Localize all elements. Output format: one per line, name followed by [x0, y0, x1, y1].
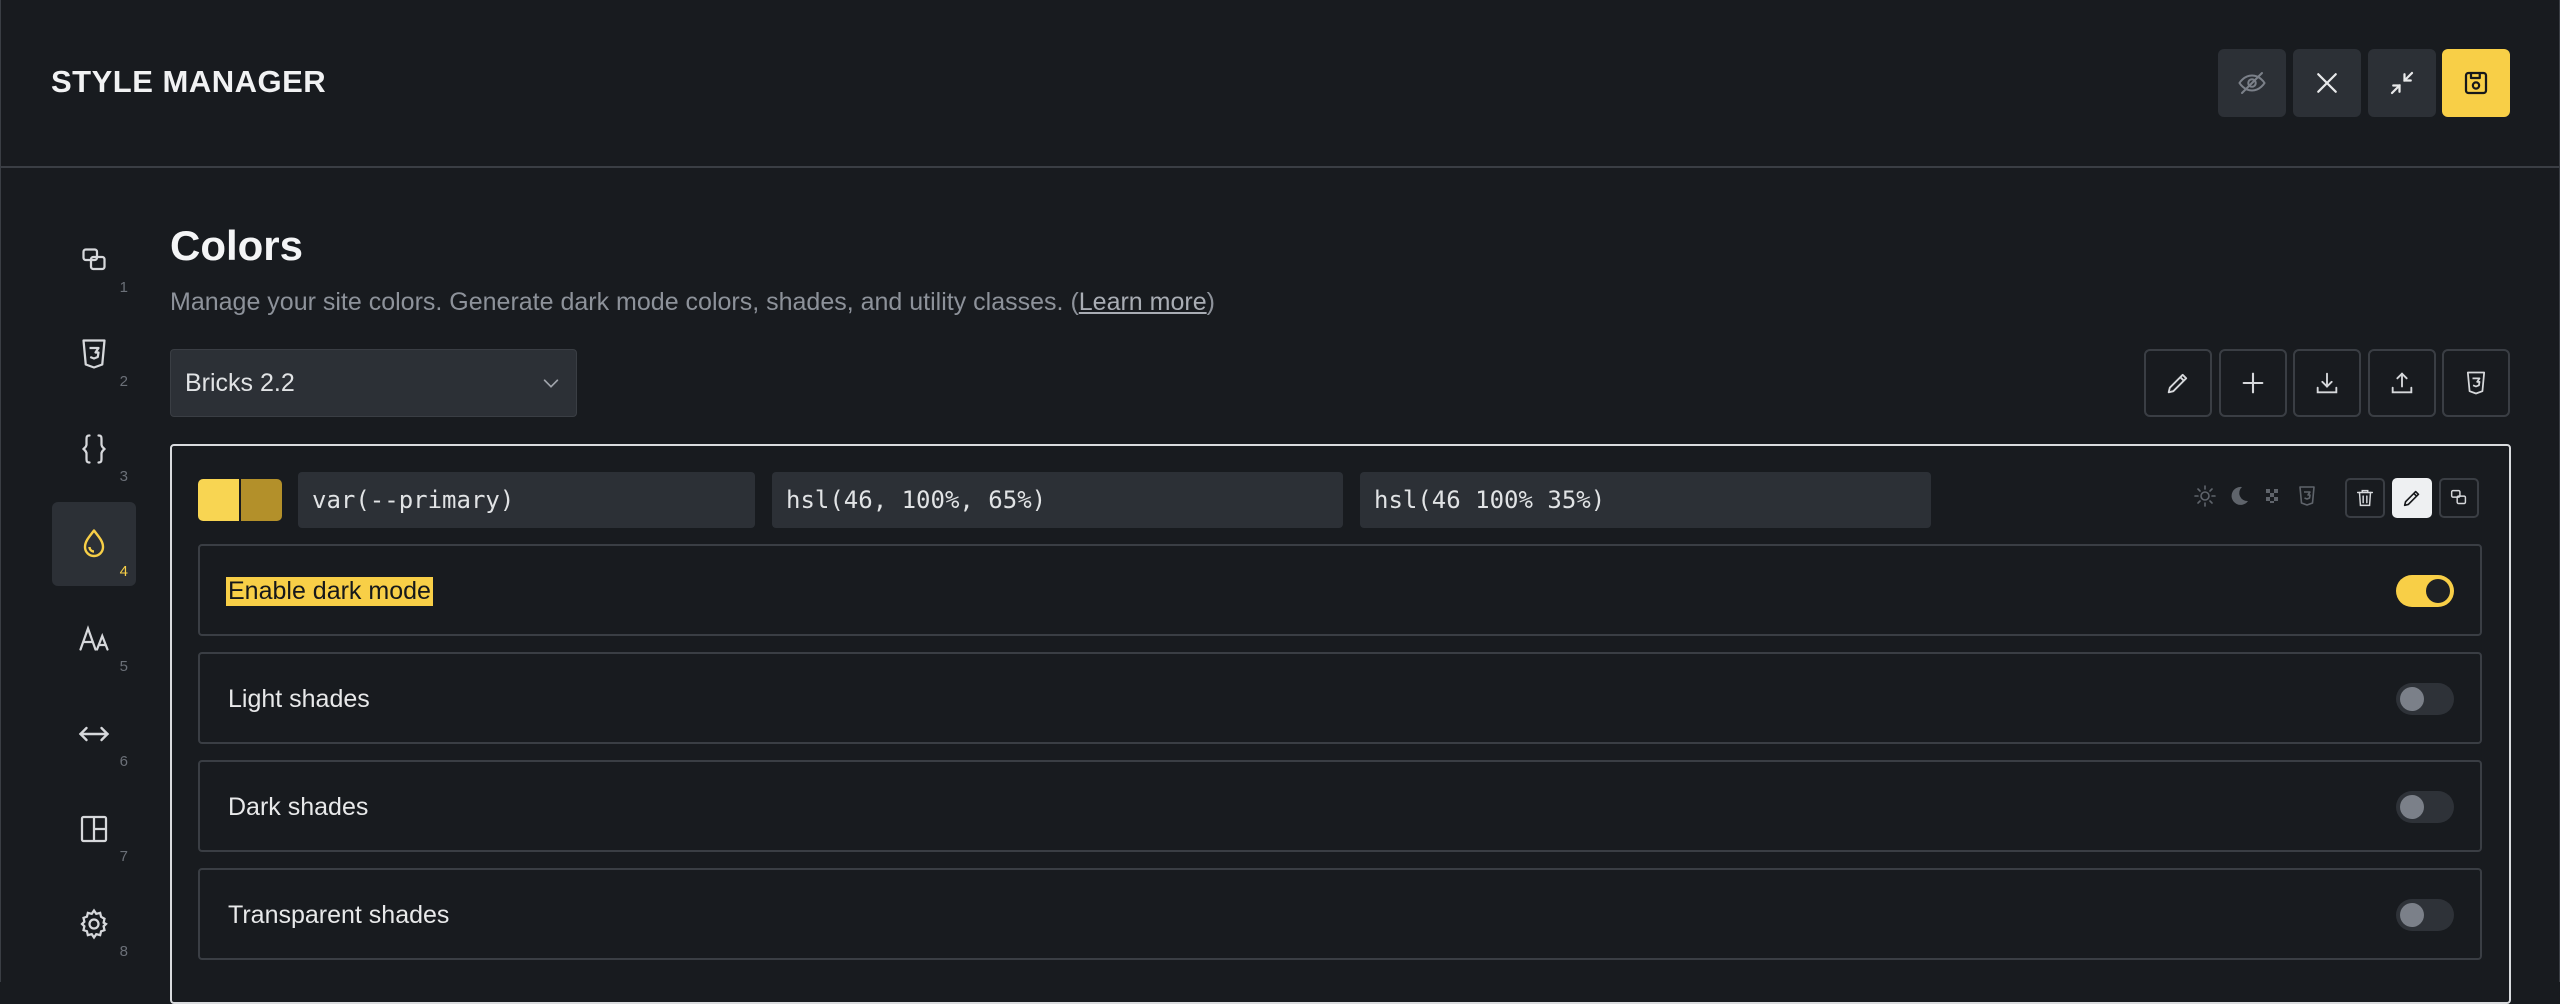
dark-shades-toggle[interactable]	[2396, 791, 2454, 823]
light-value-field[interactable]: hsl(46, 100%, 65%)	[772, 472, 1343, 528]
save-icon	[2464, 71, 2488, 95]
edit-icon	[2403, 490, 2420, 507]
dark-value-field[interactable]: hsl(46 100% 35%)	[1360, 472, 1931, 528]
export-button[interactable]	[2368, 349, 2436, 417]
close-button[interactable]	[2293, 49, 2361, 117]
drop-icon	[83, 529, 105, 558]
edit-palette-button[interactable]	[2144, 349, 2212, 417]
sidebar-item-spacing[interactable]: 6	[52, 692, 136, 776]
light-swatch[interactable]	[198, 479, 239, 521]
css3-icon[interactable]	[2295, 484, 2319, 508]
minimize-icon	[2390, 71, 2414, 95]
palette-select-value: Bricks 2.2	[185, 368, 295, 397]
plus-icon	[2242, 372, 2264, 394]
page-description: Manage your site colors. Generate dark m…	[170, 288, 1215, 317]
style-manager-window: STYLE MANAGER 1 2 3 4 5 6 7 8 Colors Man…	[0, 0, 2560, 1004]
option-row-dark-mode: Enable dark mode	[198, 544, 2482, 636]
option-row-light-shades: Light shades	[198, 652, 2482, 744]
hide-button[interactable]	[2218, 49, 2286, 117]
sidebar-item-css[interactable]: 2	[52, 312, 136, 396]
description-text: Manage your site colors. Generate dark m…	[170, 288, 1079, 316]
toggle-knob	[2400, 795, 2424, 819]
transparent-shades-toggle[interactable]	[2396, 899, 2454, 931]
download-icon	[2316, 372, 2338, 394]
page-title: Colors	[170, 222, 304, 269]
generate-css-button[interactable]	[2442, 349, 2510, 417]
upload-icon	[2391, 372, 2413, 394]
sidebar-item-number: 2	[119, 373, 128, 390]
sidebar-item-number: 3	[119, 468, 128, 485]
variable-field[interactable]: var(--primary)	[298, 472, 755, 528]
toggle-knob	[2426, 579, 2450, 603]
sidebar-item-variables[interactable]: 3	[52, 407, 136, 491]
sidebar-item-number: 7	[119, 848, 128, 865]
save-button[interactable]	[2442, 49, 2510, 117]
trash-icon	[2356, 489, 2374, 507]
option-label: Light shades	[228, 685, 370, 713]
option-row-dark-shades: Dark shades	[198, 760, 2482, 852]
light-shades-toggle[interactable]	[2396, 683, 2454, 715]
sun-icon[interactable]	[2193, 484, 2217, 508]
sidebar-item-colors[interactable]: 4	[52, 502, 136, 586]
import-button[interactable]	[2293, 349, 2361, 417]
sidebar-item-typography[interactable]: 5	[52, 597, 136, 681]
option-label: Dark shades	[228, 793, 369, 821]
sidebar-item-layout[interactable]: 7	[52, 787, 136, 871]
transparency-icon[interactable]	[2261, 484, 2285, 508]
edit-color-button[interactable]	[2392, 478, 2432, 518]
sidebar-item-number: 5	[119, 658, 128, 675]
sidebar-item-number: 1	[119, 279, 128, 296]
toggle-knob	[2400, 687, 2424, 711]
chevron-down-icon	[543, 379, 559, 388]
braces-icon	[81, 434, 107, 464]
css3-icon	[82, 339, 106, 369]
edit-icon	[2167, 373, 2188, 394]
description-end: )	[1206, 288, 1215, 316]
dark-mode-toggle[interactable]	[2396, 575, 2454, 607]
css3-icon	[2466, 371, 2486, 395]
toggle-knob	[2400, 903, 2424, 927]
moon-icon[interactable]	[2227, 484, 2251, 508]
typography-icon	[79, 625, 109, 651]
sidebar-item-number: 6	[119, 753, 128, 770]
dark-swatch[interactable]	[239, 479, 282, 521]
sidebar-item-number: 8	[119, 943, 128, 960]
sidebar-item-paint[interactable]: 1	[52, 218, 136, 302]
color-swatch[interactable]	[198, 479, 282, 521]
option-row-transparent-shades: Transparent shades	[198, 868, 2482, 960]
layout-icon	[80, 815, 108, 843]
sidebar-item-settings[interactable]: 8	[52, 882, 136, 966]
learn-more-link[interactable]: Learn more	[1079, 288, 1207, 316]
minimize-button[interactable]	[2368, 49, 2436, 117]
utility-classes-button[interactable]	[2439, 478, 2479, 518]
delete-color-button[interactable]	[2345, 478, 2385, 518]
option-label: Transparent shades	[228, 901, 450, 929]
gear-icon	[80, 908, 108, 940]
palette-select[interactable]: Bricks 2.2	[170, 349, 577, 417]
paint-icon	[2450, 489, 2467, 505]
add-palette-button[interactable]	[2219, 349, 2287, 417]
option-label: Enable dark mode	[226, 577, 433, 606]
header: STYLE MANAGER	[1, 0, 2560, 168]
eye-off-icon	[2238, 72, 2266, 94]
sidebar-item-number: 4	[119, 563, 128, 580]
app-title: STYLE MANAGER	[51, 64, 327, 99]
spacing-icon	[78, 726, 110, 742]
close-icon	[2317, 73, 2337, 93]
paint-icon	[82, 248, 106, 271]
